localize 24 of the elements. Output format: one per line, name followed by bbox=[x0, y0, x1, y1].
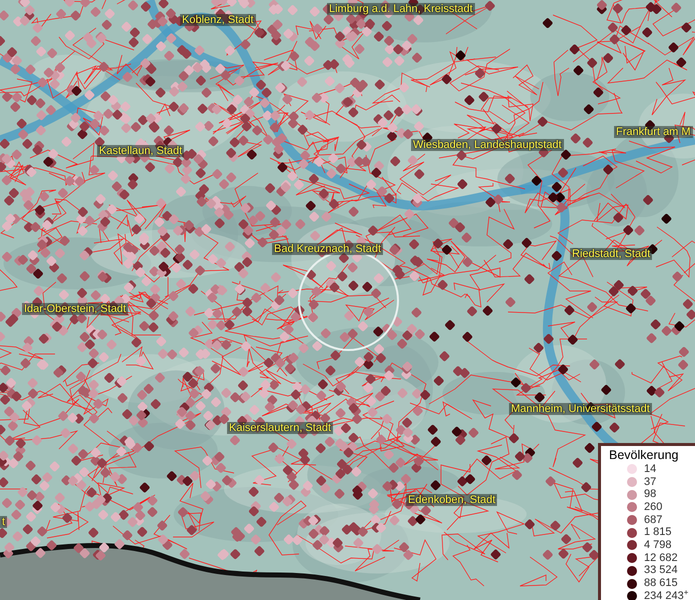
place-label: Edenkoben, Stadt bbox=[406, 494, 498, 506]
legend-value: 234 243$^{+}$ bbox=[644, 590, 688, 600]
legend-value: 1 815 bbox=[644, 527, 672, 538]
legend-value: 4 798 bbox=[644, 540, 672, 551]
legend-title: Bevölkerung bbox=[609, 448, 680, 462]
place-label: Wiesbaden, Landeshauptstadt bbox=[411, 139, 564, 152]
place-label: Koblenz, Stadt bbox=[180, 14, 256, 26]
place-label: Kaiserslautern, Stadt bbox=[227, 422, 334, 434]
legend-value: 98 bbox=[644, 489, 656, 500]
legend-value: 37 bbox=[644, 476, 656, 488]
place-label: t bbox=[0, 516, 8, 528]
legend-value: 33 524 bbox=[644, 565, 678, 576]
place-label: Mannheim, Universitätsstadt bbox=[509, 403, 652, 416]
legend-value: 14 bbox=[644, 464, 656, 475]
place-label: Limburg a.d. Lahn, Kreisstadt bbox=[327, 3, 475, 16]
legend-value: 88 615 bbox=[644, 578, 678, 590]
legend-value: 687 bbox=[644, 514, 662, 526]
place-label: Frankfurt am M bbox=[614, 126, 693, 138]
place-label: Riedstadt, Stadt bbox=[570, 248, 652, 260]
place-label: Kastellaun, Stadt bbox=[97, 145, 184, 158]
place-label: Idar-Oberstein, Stadt bbox=[22, 303, 128, 316]
legend-value: 260 bbox=[644, 502, 662, 513]
legend-value: 12 682 bbox=[644, 552, 678, 564]
place-label: Bad Kreuznach, Stadt bbox=[272, 243, 384, 256]
